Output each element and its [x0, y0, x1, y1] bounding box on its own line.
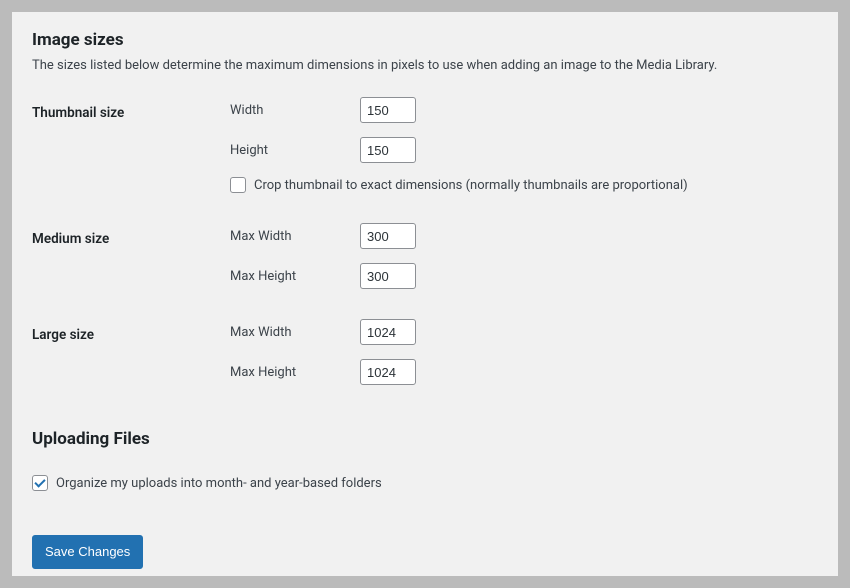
medium-max-width-input[interactable]	[360, 223, 416, 249]
thumbnail-height-label: Height	[230, 143, 360, 158]
medium-max-height-input[interactable]	[360, 263, 416, 289]
image-sizes-description: The sizes listed below determine the max…	[32, 58, 818, 73]
media-settings-panel: Image sizes The sizes listed below deter…	[12, 12, 838, 576]
organize-uploads-checkbox[interactable]	[32, 475, 48, 491]
large-max-height-input[interactable]	[360, 359, 416, 385]
thumbnail-crop-label: Crop thumbnail to exact dimensions (norm…	[254, 178, 688, 193]
image-sizes-heading: Image sizes	[32, 30, 818, 50]
uploading-files-heading: Uploading Files	[32, 429, 818, 449]
thumbnail-width-input[interactable]	[360, 97, 416, 123]
large-size-label: Large size	[32, 319, 230, 415]
large-max-width-input[interactable]	[360, 319, 416, 345]
large-max-height-label: Max Height	[230, 365, 360, 380]
image-sizes-table: Thumbnail size Width Height Crop thumbna…	[32, 97, 818, 415]
thumbnail-crop-checkbox[interactable]	[230, 177, 246, 193]
save-changes-button[interactable]: Save Changes	[32, 535, 143, 569]
large-max-width-label: Max Width	[230, 325, 360, 340]
uploading-files-section: Uploading Files Organize my uploads into…	[32, 429, 818, 491]
medium-max-height-label: Max Height	[230, 269, 360, 284]
medium-size-label: Medium size	[32, 223, 230, 319]
thumbnail-size-label: Thumbnail size	[32, 97, 230, 223]
organize-uploads-label: Organize my uploads into month- and year…	[56, 476, 382, 491]
medium-max-width-label: Max Width	[230, 229, 360, 244]
thumbnail-width-label: Width	[230, 103, 360, 118]
thumbnail-height-input[interactable]	[360, 137, 416, 163]
